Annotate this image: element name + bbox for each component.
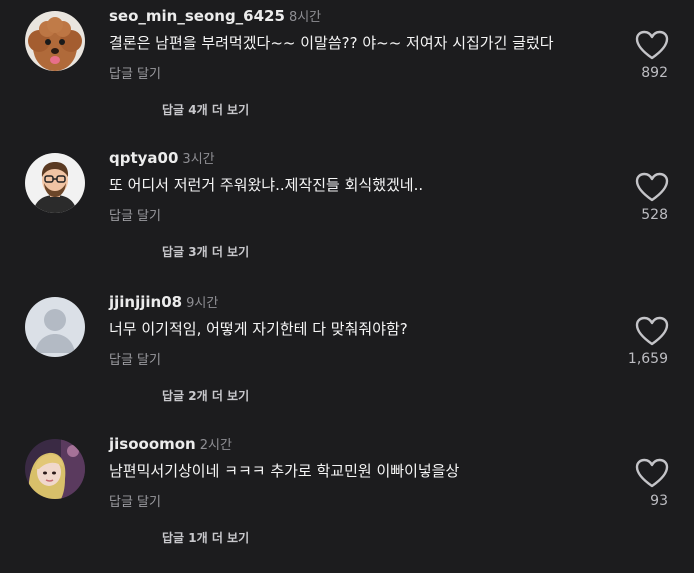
timestamp: 3시간 (182, 152, 215, 167)
like-count: 528 (641, 207, 668, 223)
reply-button[interactable]: 답글 달기 (109, 491, 161, 510)
heart-outline-icon (635, 172, 669, 202)
username[interactable]: seo_min_seong_6425 (109, 7, 285, 25)
heart-outline-icon (635, 458, 669, 488)
like-button[interactable] (634, 315, 670, 347)
avatar[interactable] (25, 153, 85, 213)
comment-item: jisooomon 2시간 남편믹서기상이네 ㅋㅋㅋ 추가로 학교민원 이빠이넣을… (0, 431, 694, 573)
timestamp: 9시간 (186, 296, 219, 311)
comment-meta: jjinjjin08 9시간 (109, 292, 218, 311)
reply-button[interactable]: 답글 달기 (109, 205, 161, 224)
default-user-avatar-icon (25, 297, 85, 357)
comment-text: 또 어디서 저런거 주워왔냐..제작진들 회식했겠네.. (109, 176, 424, 194)
username[interactable]: qptya00 (109, 149, 178, 167)
selfie-photo-avatar-icon (25, 439, 85, 499)
avatar[interactable] (25, 439, 85, 499)
comment-meta: qptya00 3시간 (109, 148, 215, 167)
like-button[interactable] (634, 457, 670, 489)
heart-outline-icon (635, 316, 669, 346)
view-more-replies-button[interactable]: 답글 2개 더 보기 (162, 387, 249, 404)
view-more-replies-button[interactable]: 답글 1개 더 보기 (162, 529, 249, 546)
view-more-replies-button[interactable]: 답글 3개 더 보기 (162, 243, 249, 260)
comment-meta: jisooomon 2시간 (109, 434, 232, 453)
like-button[interactable] (634, 29, 670, 61)
comment-item: jjinjjin08 9시간 너무 이기적임, 어떻게 자기한테 다 맞춰줘야함?… (0, 289, 694, 431)
reply-button[interactable]: 답글 달기 (109, 63, 161, 82)
comment-text: 결론은 남편을 부려먹겠다~~ 이말씀?? 야~~ 저여자 시집가긴 글렀다 (109, 34, 554, 52)
avatar[interactable] (25, 11, 85, 71)
like-button[interactable] (634, 171, 670, 203)
avatar[interactable] (25, 297, 85, 357)
comment-text: 남편믹서기상이네 ㅋㅋㅋ 추가로 학교민원 이빠이넣을상 (109, 462, 460, 480)
timestamp: 8시간 (288, 10, 322, 25)
like-count: 892 (641, 65, 668, 81)
like-count: 93 (650, 493, 668, 509)
cartoon-man-avatar-icon (25, 153, 85, 213)
timestamp: 2시간 (199, 438, 232, 453)
username[interactable]: jjinjjin08 (109, 293, 182, 311)
username[interactable]: jisooomon (109, 435, 196, 453)
comment-item: qptya00 3시간 또 어디서 저런거 주워왔냐..제작진들 회식했겠네.. … (0, 145, 694, 287)
comment-item: seo_min_seong_6425 8시간 결론은 남편을 부려먹겠다~~ 이말… (0, 3, 694, 145)
comment-meta: seo_min_seong_6425 8시간 (109, 6, 321, 25)
heart-outline-icon (635, 30, 669, 60)
like-count: 1,659 (627, 351, 668, 367)
reply-button[interactable]: 답글 달기 (109, 349, 161, 368)
view-more-replies-button[interactable]: 답글 4개 더 보기 (162, 101, 249, 118)
dog-photo-avatar-icon (25, 11, 85, 71)
comment-text: 너무 이기적임, 어떻게 자기한테 다 맞춰줘야함? (109, 320, 408, 338)
